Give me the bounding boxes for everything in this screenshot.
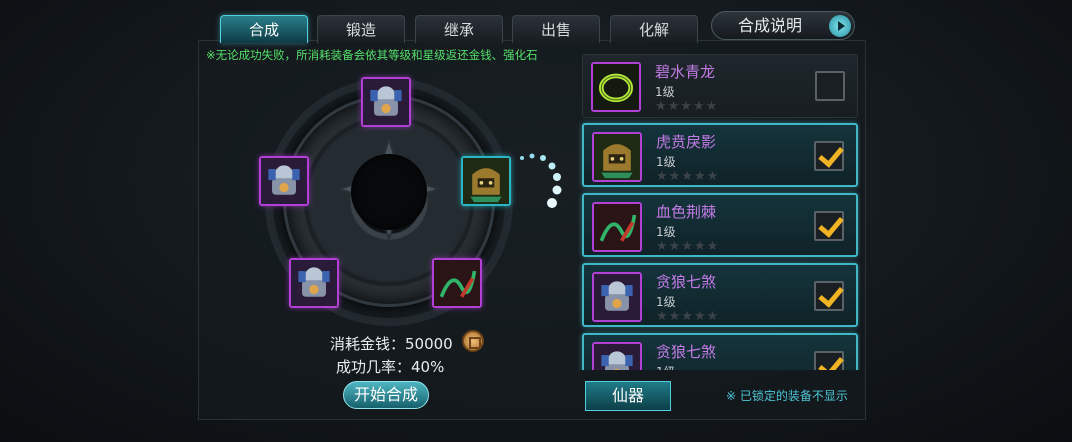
item-checkbox[interactable] — [814, 351, 844, 370]
synthesis-notice: ※无论成功失败，所消耗装备会依其等级和星级返还金钱、强化石 — [206, 48, 538, 62]
locked-items-note: ※ 已锁定的装备不显示 — [726, 389, 848, 403]
tab-sell[interactable]: 出售 — [512, 15, 600, 43]
item-name: 血色荆棘 — [656, 203, 717, 221]
tab-inherit[interactable]: 继承 — [415, 15, 503, 43]
item-stars: ★★★★★ — [656, 239, 720, 254]
item-level: 1级 — [656, 225, 676, 239]
tab-synthesis[interactable]: 合成 — [220, 15, 308, 43]
whip-icon — [434, 260, 480, 306]
success-rate-text: 成功几率：40% — [336, 358, 445, 376]
armor-icon — [594, 344, 640, 370]
list-item[interactable]: 贪狼七煞 1级 ★★★★★ — [582, 263, 858, 327]
ring-icon — [593, 64, 639, 110]
coin-icon — [462, 330, 484, 352]
helmet-icon — [463, 158, 509, 204]
item-level: 1级 — [656, 155, 676, 169]
list-item[interactable]: 贪狼七煞 1级 ★★★★★ — [582, 333, 858, 370]
list-item[interactable]: 碧水青龙 1级 ★★★★★ — [582, 54, 858, 118]
item-level: 1级 — [656, 363, 676, 370]
item-icon — [591, 62, 641, 112]
item-checkbox[interactable] — [814, 281, 844, 311]
help-button-label: 合成说明 — [738, 16, 803, 35]
item-checkbox[interactable] — [814, 141, 844, 171]
slot-top[interactable] — [361, 77, 411, 127]
item-level: 1级 — [656, 295, 676, 309]
item-icon — [592, 202, 642, 252]
item-icon — [592, 342, 642, 370]
equipment-list[interactable]: 碧水青龙 1级 ★★★★★ 虎贲戾影 1级 ★★★★★ 血色荆棘 1级 ★★★★… — [578, 48, 860, 370]
item-stars: ★★★★★ — [656, 169, 720, 184]
armor-icon — [291, 260, 337, 306]
tab-immortal-artifact[interactable]: 仙器 — [585, 381, 671, 411]
item-name: 贪狼七煞 — [656, 343, 717, 361]
slot-left[interactable] — [259, 156, 309, 206]
slot-bottom-left[interactable] — [289, 258, 339, 308]
start-synthesis-button[interactable]: 开始合成 — [343, 381, 429, 409]
cost-text: 消耗金钱：50000 — [330, 335, 453, 353]
whip-icon — [594, 204, 640, 250]
item-stars: ★★★★★ — [656, 309, 720, 324]
progress-dots-icon — [520, 153, 562, 208]
item-name: 贪狼七煞 — [656, 273, 717, 291]
item-icon — [592, 132, 642, 182]
item-stars: ★★★★★ — [655, 99, 719, 114]
armor-icon — [363, 79, 409, 125]
list-item[interactable]: 虎贲戾影 1级 ★★★★★ — [582, 123, 858, 187]
slot-bottom-right[interactable] — [432, 258, 482, 308]
item-icon — [592, 272, 642, 322]
tab-forge[interactable]: 锻造 — [317, 15, 405, 43]
tab-dissolve[interactable]: 化解 — [610, 15, 698, 43]
armor-icon — [261, 158, 307, 204]
armor-icon — [594, 274, 640, 320]
helmet-icon — [594, 134, 640, 180]
item-checkbox[interactable] — [814, 211, 844, 241]
item-checkbox[interactable] — [815, 71, 845, 101]
item-name: 虎贲戾影 — [656, 133, 717, 151]
wheel-center — [351, 154, 427, 230]
slot-right[interactable] — [461, 156, 511, 206]
list-item[interactable]: 血色荆棘 1级 ★★★★★ — [582, 193, 858, 257]
play-arrow-icon — [829, 15, 851, 37]
item-level: 1级 — [655, 85, 675, 99]
item-name: 碧水青龙 — [655, 63, 716, 81]
synthesis-help-button[interactable]: 合成说明 — [711, 11, 855, 40]
